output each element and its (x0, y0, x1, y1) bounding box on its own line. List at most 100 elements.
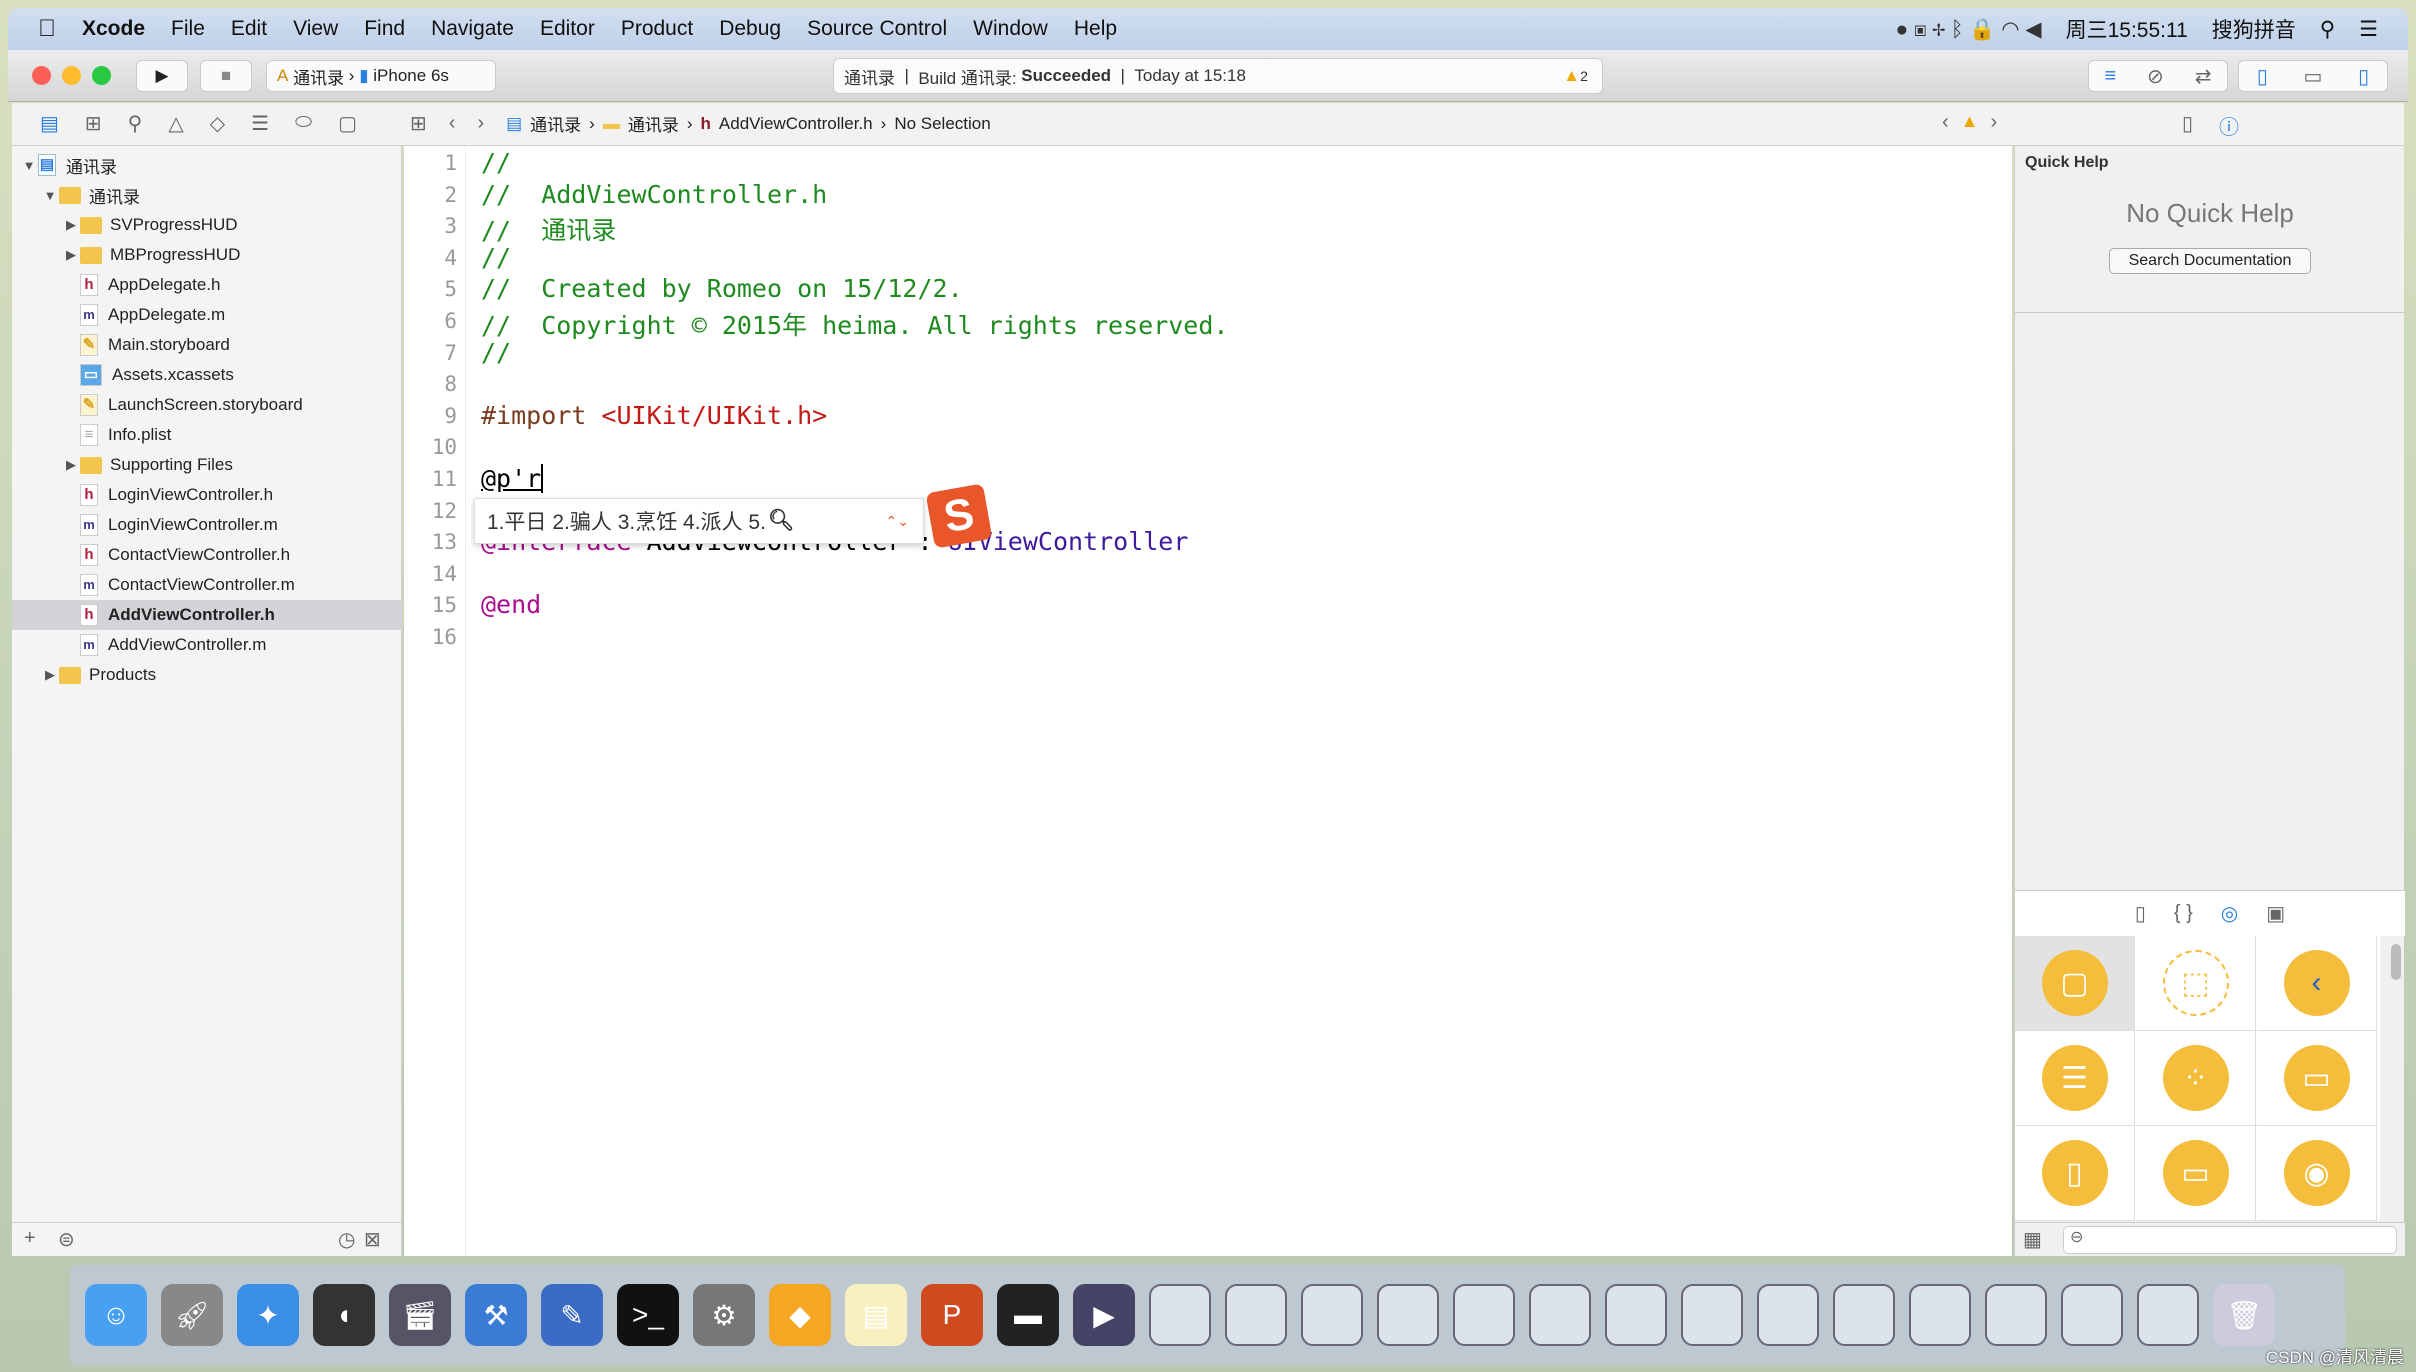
find-navigator-icon[interactable]: ⚲ (128, 111, 143, 136)
navigator-item[interactable]: ▶ MBProgressHUD (12, 240, 402, 270)
trash-dock-icon[interactable]: 🗑︎ (2213, 1284, 2275, 1346)
quick-help-icon[interactable]: ⓘ (2219, 111, 2239, 140)
navigator-item[interactable]: m ContactViewController.m (12, 570, 402, 600)
minimized-window-dock-icon[interactable] (1985, 1284, 2047, 1346)
minimized-window-dock-icon[interactable] (1377, 1284, 1439, 1346)
ime-menu[interactable]: 搜狗拼音 (2212, 14, 2296, 44)
view-toggle-group[interactable]: ▯ ▭ ▯ (2238, 60, 2388, 92)
disclosure-triangle-icon[interactable]: ▶ (62, 457, 80, 473)
navigator-item[interactable]: ▶ Supporting Files (12, 450, 402, 480)
status-icons[interactable]: ● ▣ ✢ ᛒ 🔒 ◠ ◀ (1895, 17, 2041, 42)
file-inspector-icon[interactable]: ▯ (2182, 111, 2193, 140)
notes-dock-icon[interactable]: ▤ (845, 1284, 907, 1346)
powerpoint-dock-icon[interactable]: P (921, 1284, 983, 1346)
code-line[interactable]: // 通讯录 (481, 211, 616, 247)
navigator-item[interactable]: ✎ LaunchScreen.storyboard (12, 390, 402, 420)
breakpoint-navigator-icon[interactable]: ⬭ (295, 111, 312, 136)
menu-window[interactable]: Window (973, 17, 1048, 41)
menu-source-control[interactable]: Source Control (807, 17, 947, 41)
navigator-item[interactable]: ▼ ▤ 通讯录 (12, 150, 402, 180)
minimized-window-dock-icon[interactable] (2137, 1284, 2199, 1346)
search-documentation-button[interactable]: Search Documentation (2109, 248, 2311, 274)
finder-dock-icon[interactable]: ☺ (85, 1284, 147, 1346)
run-button[interactable]: ▶ (136, 60, 188, 92)
menu-file[interactable]: File (171, 17, 205, 41)
next-issue-icon[interactable]: › (1991, 111, 1998, 134)
navigator-item[interactable]: m LoginViewController.m (12, 510, 402, 540)
forward-icon[interactable]: › (477, 112, 484, 135)
navigator-item[interactable]: ▼ 通讯录 (12, 180, 402, 210)
system-preferences-dock-icon[interactable]: ⚙ (693, 1284, 755, 1346)
code-line[interactable]: // (481, 243, 511, 272)
minimized-window-dock-icon[interactable] (1453, 1284, 1515, 1346)
warning-badge[interactable]: ▲2 (1563, 66, 1588, 86)
menu-help[interactable]: Help (1074, 17, 1117, 41)
library-item-view-controller[interactable]: ▢ (2015, 936, 2135, 1031)
clock[interactable]: 周三15:55:11 (2066, 14, 2188, 44)
navigator-item[interactable]: m AppDelegate.m (12, 300, 402, 330)
breadcrumb-symbol[interactable]: No Selection (894, 114, 990, 134)
xcode-dock-icon[interactable]: ⚒ (465, 1284, 527, 1346)
code-line[interactable]: // AddViewController.h (481, 180, 827, 209)
version-editor-icon[interactable]: ⇄ (2195, 64, 2212, 89)
minimized-window-dock-icon[interactable] (1149, 1284, 1211, 1346)
minimized-window-dock-icon[interactable] (1757, 1284, 1819, 1346)
issue-navigator-icon[interactable]: △ (168, 111, 183, 136)
navigator-item[interactable]: h AddViewController.h (12, 600, 402, 630)
navigator-item[interactable]: m AddViewController.m (12, 630, 402, 660)
navigator-item[interactable]: ▶ SVProgressHUD (12, 210, 402, 240)
console-dock-icon[interactable]: ▬ (997, 1284, 1059, 1346)
minimized-window-dock-icon[interactable] (1301, 1284, 1363, 1346)
code-line[interactable]: // Copyright © 2015年 heima. All rights r… (481, 306, 1228, 342)
debug-area-toggle-icon[interactable]: ▭ (2304, 64, 2323, 89)
file-template-library-icon[interactable]: ▯ (2135, 901, 2146, 926)
ime-candidates[interactable]: 1.平日 2.骗人 3.烹饪 4.派人 5. (487, 506, 766, 536)
library-item-collection-view-controller[interactable]: ⁘ (2136, 1031, 2256, 1126)
library-item-page-view-controller[interactable]: ▭ (2136, 1126, 2256, 1221)
breadcrumb-group[interactable]: 通讯录 (628, 111, 679, 136)
grid-view-icon[interactable]: ▦ (2023, 1227, 2042, 1252)
minimize-button[interactable] (62, 66, 81, 85)
menu-find[interactable]: Find (364, 17, 405, 41)
ime-candidate-popup[interactable]: 1.平日 2.骗人 3.烹饪 4.派人 5. 🔍︎ ⌃⌄ (474, 498, 924, 544)
photo-booth-dock-icon[interactable]: 🎬︎ (389, 1284, 451, 1346)
quicktime-dock-icon[interactable]: ▶ (1073, 1284, 1135, 1346)
instruments-dock-icon[interactable]: ✎ (541, 1284, 603, 1346)
minimized-window-dock-icon[interactable] (1225, 1284, 1287, 1346)
report-navigator-icon[interactable]: ▢ (338, 111, 357, 136)
spotlight-icon[interactable]: ⚲ (2320, 17, 2335, 42)
menu-app[interactable]: Xcode (82, 17, 145, 41)
library-scrollbar[interactable] (2391, 944, 2401, 980)
library-item-tab-bar-controller[interactable]: ▭ (2257, 1031, 2377, 1126)
test-navigator-icon[interactable]: ◇ (210, 111, 225, 136)
minimized-window-dock-icon[interactable] (1909, 1284, 1971, 1346)
disclosure-triangle-icon[interactable]: ▶ (62, 247, 80, 263)
close-button[interactable] (32, 66, 51, 85)
symbol-navigator-icon[interactable]: ⊞ (85, 111, 102, 136)
scheme-selector[interactable]: A 通讯录 › ▮ iPhone 6s (266, 60, 496, 92)
menu-navigate[interactable]: Navigate (431, 17, 514, 41)
assistant-editor-icon[interactable]: ⊘ (2147, 64, 2164, 89)
minimized-window-dock-icon[interactable] (1681, 1284, 1743, 1346)
minimized-window-dock-icon[interactable] (2061, 1284, 2123, 1346)
previous-issue-icon[interactable]: ‹ (1942, 111, 1949, 134)
disclosure-triangle-icon[interactable]: ▶ (62, 217, 80, 233)
code-line[interactable]: // Created by Romeo on 15/12/2. (481, 274, 963, 303)
code-line[interactable]: @end (481, 590, 541, 619)
standard-editor-icon[interactable]: ≡ (2104, 65, 2116, 88)
menu-view[interactable]: View (293, 17, 338, 41)
apple-icon[interactable]:  (38, 15, 56, 43)
code-snippet-library-icon[interactable]: { } (2174, 902, 2193, 925)
disclosure-triangle-icon[interactable]: ▼ (20, 158, 38, 173)
filter-icon[interactable]: ⊜ (58, 1227, 75, 1252)
navigator-item[interactable]: ✎ Main.storyboard (12, 330, 402, 360)
utilities-toggle-icon[interactable]: ▯ (2358, 64, 2369, 89)
menu-product[interactable]: Product (621, 17, 693, 41)
navigator-item[interactable]: ▶ Products (12, 660, 402, 690)
code-line[interactable]: #import <UIKit/UIKit.h> (481, 401, 827, 430)
breadcrumb-file[interactable]: AddViewController.h (719, 114, 873, 134)
navigator-item[interactable]: h ContactViewController.h (12, 540, 402, 570)
notification-center-icon[interactable]: ☰ (2359, 17, 2378, 42)
minimized-window-dock-icon[interactable] (1605, 1284, 1667, 1346)
recent-files-icon[interactable]: ◷ (338, 1227, 355, 1252)
